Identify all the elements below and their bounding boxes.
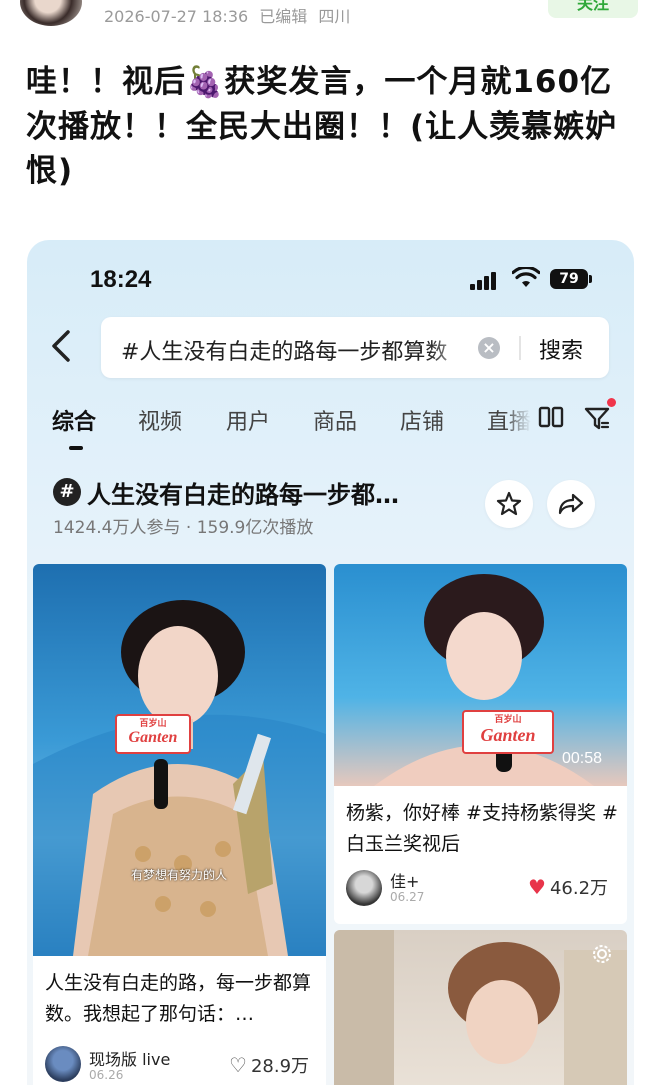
post-title-part1: 哇！！视后	[26, 64, 186, 100]
card-2-username[interactable]: 佳+	[390, 868, 419, 892]
post-header: 2026-07-27 18:36 已编辑 四川 关注	[0, 0, 660, 40]
tab-video[interactable]: 视频	[138, 404, 182, 436]
embedded-screenshot: 18:24 79 #人生没有白走的路每一步都算数 × 搜索 综合 视频 用户 商…	[27, 240, 634, 1085]
card-2-user-avatar[interactable]	[346, 870, 382, 906]
favorite-button[interactable]	[485, 480, 533, 528]
tab-products[interactable]: 商品	[313, 404, 357, 436]
heart-filled-icon: ♥	[528, 875, 546, 899]
card-2-mic-brand-top: 百岁山	[494, 715, 522, 725]
card-1-mic-brand-top: 百岁山	[139, 719, 167, 729]
topic-stats: 1424.4万人参与 · 159.9亿次播放	[53, 513, 313, 538]
post-location: 四川	[318, 7, 351, 26]
card-1-like-count: 28.9万	[250, 1056, 310, 1077]
topic-title: 人生没有白走的路每一步都…	[87, 481, 399, 509]
card-1-likes[interactable]: ♡ 28.9万	[229, 1052, 309, 1078]
card-1-video-subtitle: 有梦想有努力的人	[131, 868, 228, 882]
tab-users[interactable]: 用户	[226, 404, 270, 436]
card-1-photo-illustration	[33, 600, 326, 956]
heart-outline-icon: ♡	[229, 1053, 247, 1077]
tab-live[interactable]: 直播	[487, 404, 531, 436]
filter-icon[interactable]	[583, 404, 611, 432]
card-2-mic-brand: Ganten	[480, 725, 536, 745]
card-2-likes[interactable]: ♥ 46.2万	[528, 874, 608, 900]
card-1-mic-brand: Ganten	[128, 729, 178, 746]
tab-shops[interactable]: 店铺	[400, 404, 444, 436]
status-time: 18:24	[90, 266, 152, 293]
share-icon	[558, 493, 584, 515]
post-date: 2026-07-27 18:36	[104, 7, 249, 26]
card-2-caption: 杨紫，你好棒 #支持杨紫得奖 #白玉兰奖视后	[346, 802, 618, 855]
settings-gear-icon	[593, 945, 611, 963]
notification-dot	[607, 398, 616, 407]
wifi-icon	[512, 267, 540, 287]
search-box[interactable]: #人生没有白走的路每一步都算数 × 搜索	[101, 317, 609, 378]
grape-emoji-icon: 🍇	[186, 65, 225, 100]
status-bar: 18:24 79	[27, 240, 634, 320]
card-1-date: 06.26	[89, 1068, 124, 1082]
card-1-caption: 人生没有白走的路，每一步都算数。我想起了那句话：…	[45, 972, 312, 1025]
share-button[interactable]	[547, 480, 595, 528]
card-2-date: 06.27	[390, 890, 425, 904]
card-2-mic-flag: 百岁山 Ganten	[462, 710, 554, 754]
search-button[interactable]: 搜索	[539, 333, 583, 365]
layout-toggle-icon[interactable]	[538, 406, 564, 428]
card-2-duration: 00:58	[562, 750, 603, 767]
card-3-thumbnail[interactable]	[334, 930, 627, 1085]
back-arrow-icon[interactable]	[47, 328, 77, 364]
topic-plays: 159.9亿次播放	[196, 518, 314, 538]
author-avatar[interactable]	[20, 0, 82, 26]
clear-icon[interactable]: ×	[478, 337, 500, 359]
active-tab-indicator	[69, 446, 83, 450]
card-1-mic-flag: 百岁山 Ganten	[115, 714, 191, 754]
feed-card-1[interactable]: 百岁山 Ganten 有梦想有努力的人 人生没有白走的路，每一步都算数。我想起了…	[33, 564, 326, 1085]
feed-card-3[interactable]	[334, 930, 627, 1085]
follow-button[interactable]: 关注	[548, 0, 638, 18]
card-1-user-avatar[interactable]	[45, 1046, 81, 1082]
card-1-username[interactable]: 现场版 live	[89, 1046, 170, 1070]
topic-participants: 1424.4万人参与	[53, 518, 181, 538]
battery-icon: 79	[550, 269, 592, 289]
signal-icon	[470, 270, 502, 290]
card-1-thumbnail[interactable]: 百岁山 Ganten 有梦想有努力的人	[33, 564, 326, 956]
hashtag-icon: #	[53, 478, 81, 506]
feed-card-2[interactable]: 百岁山 Ganten 00:58 杨紫，你好棒 #支持杨紫得奖 #白玉兰奖视后 …	[334, 564, 627, 924]
tab-comprehensive[interactable]: 综合	[52, 404, 96, 436]
card-2-like-count: 46.2万	[549, 878, 609, 899]
card-2-thumbnail[interactable]: 百岁山 Ganten 00:58	[334, 564, 627, 786]
topic-separator: ·	[185, 518, 192, 538]
edited-label: 已编辑	[259, 7, 308, 26]
search-input[interactable]: #人生没有白走的路每一步都算数	[121, 334, 471, 366]
search-divider	[519, 336, 521, 360]
star-icon	[496, 491, 522, 516]
card-3-photo-illustration	[334, 930, 627, 1085]
post-meta: 2026-07-27 18:36 已编辑 四川	[104, 3, 356, 27]
post-title: 哇！！视后🍇获奖发言，一个月就160亿次播放！！全民大出圈！！(让人羡慕嫉妒恨)	[26, 60, 636, 193]
